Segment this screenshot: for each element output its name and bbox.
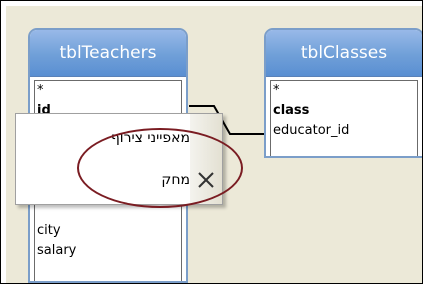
screenshot-frame: tblTeachers * id city salary tblClasses … (0, 0, 423, 284)
highlight-ellipse (77, 128, 243, 208)
